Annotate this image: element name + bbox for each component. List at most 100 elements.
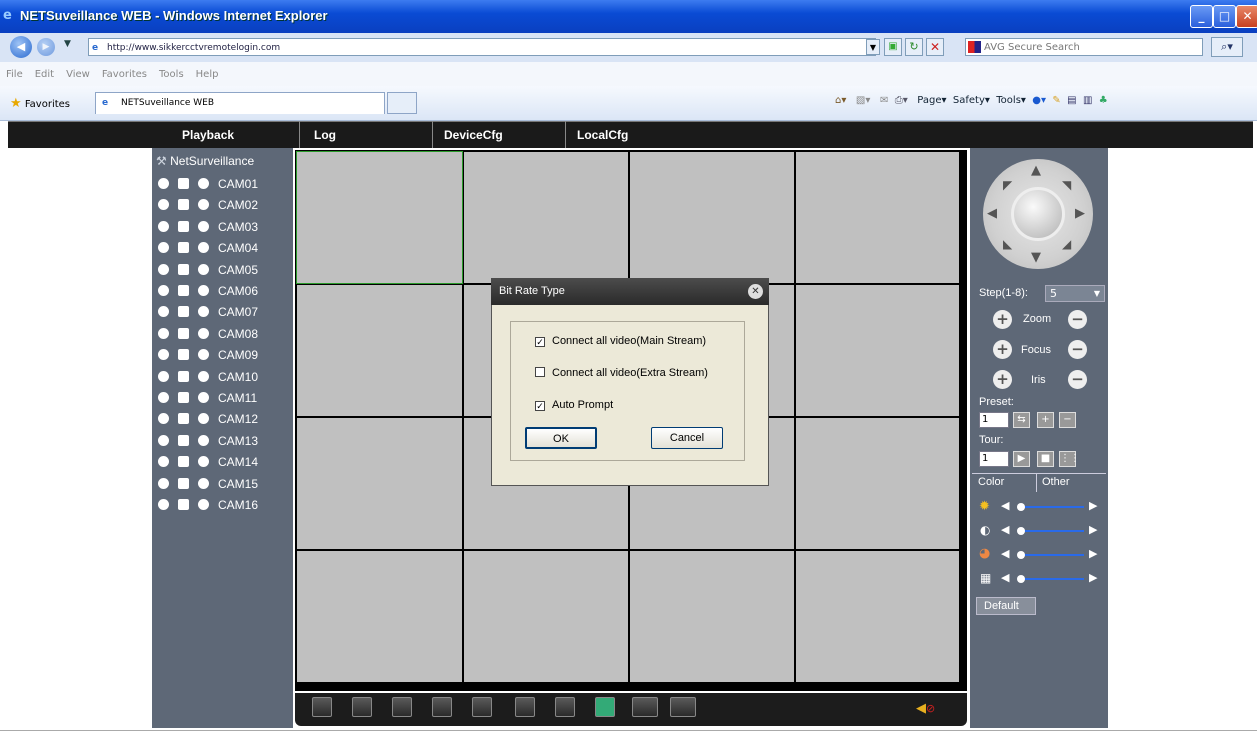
preset-goto-button[interactable]: ⇆ (1013, 412, 1030, 428)
video-cell[interactable] (796, 152, 959, 283)
stream-icon[interactable] (198, 434, 209, 446)
menu-edit[interactable]: Edit (35, 69, 54, 80)
favorites-button[interactable]: ★ Favorites (10, 96, 70, 111)
stream-icon[interactable] (198, 285, 209, 296)
close-window-button[interactable]: ✕ (1236, 5, 1257, 28)
menu-file[interactable]: File (6, 69, 23, 80)
nav-localcfg[interactable]: LocalCfg (577, 128, 628, 142)
video-cell[interactable] (297, 418, 462, 549)
record-icon[interactable] (158, 178, 169, 189)
play-icon[interactable] (178, 220, 189, 232)
stop-record-icon[interactable] (670, 697, 696, 717)
home-icon[interactable]: ⌂▾ (835, 95, 846, 106)
slider-increase-icon[interactable]: ▶ (1089, 523, 1097, 536)
camera-item[interactable]: CAM03 (158, 220, 258, 241)
nav-playback[interactable]: Playback (182, 128, 234, 142)
stream-icon[interactable] (198, 220, 209, 232)
record-icon[interactable] (158, 499, 169, 510)
back-button[interactable]: ◀ (10, 36, 32, 58)
stop-icon[interactable]: ✕ (926, 38, 944, 56)
play-icon[interactable] (178, 456, 189, 468)
url-field[interactable]: e http://www.sikkercctvremotelogin.com (88, 38, 876, 56)
stream-icon[interactable] (198, 178, 209, 189)
stream-icon[interactable] (198, 349, 209, 361)
tour-stop-button[interactable]: ■ (1037, 451, 1054, 467)
stream-icon[interactable] (198, 413, 209, 425)
play-icon[interactable] (178, 285, 189, 296)
compatibility-view-icon[interactable]: ▣ (884, 38, 902, 56)
camera-item[interactable]: CAM13 (158, 434, 258, 455)
close-all-icon[interactable] (555, 697, 575, 717)
page-menu[interactable]: Page (917, 95, 941, 106)
stream-icon[interactable] (198, 477, 209, 489)
iris-in-button[interactable]: + (993, 370, 1012, 389)
camera-item[interactable]: CAM05 (158, 263, 258, 284)
stream-icon[interactable] (198, 370, 209, 382)
step-select[interactable]: 5 ▼ (1045, 285, 1105, 302)
mail-icon[interactable]: ✉ (880, 95, 888, 106)
checkbox[interactable]: ✓ (535, 337, 545, 347)
ptz-upright-icon[interactable]: ◥ (1062, 178, 1071, 192)
dialog-option[interactable]: ✓ Connect all video(Main Stream) (535, 335, 706, 347)
tab-other[interactable]: Other (1042, 476, 1070, 488)
record-icon[interactable] (158, 370, 169, 382)
play-icon[interactable] (178, 349, 189, 361)
single-view-icon[interactable] (352, 697, 372, 717)
play-icon[interactable] (178, 392, 189, 403)
mute-icon[interactable]: ◀⊘ (916, 701, 935, 716)
ptz-down-icon[interactable]: ▼ (1031, 250, 1041, 265)
video-cell[interactable] (297, 551, 462, 682)
stream-icon[interactable] (198, 263, 209, 275)
record-icon[interactable] (158, 413, 169, 425)
play-icon[interactable] (178, 477, 189, 489)
record-icon[interactable] (158, 199, 169, 211)
video-cell[interactable] (297, 285, 462, 416)
search-button[interactable]: ⌕▾ (1211, 37, 1243, 57)
print-icon[interactable]: ⎙▾ (895, 95, 908, 106)
video-cell[interactable] (796, 418, 959, 549)
adjust-slider[interactable] (1018, 530, 1084, 532)
video-cell[interactable] (464, 152, 628, 283)
maximize-button[interactable]: □ (1213, 5, 1236, 28)
preset-add-button[interactable]: + (1037, 412, 1054, 428)
history-dropdown-icon[interactable]: ▼ (64, 39, 71, 49)
stream-icon[interactable] (198, 499, 209, 510)
menu-tools[interactable]: Tools (159, 69, 184, 80)
menu-favorites[interactable]: Favorites (102, 69, 147, 80)
dialog-close-icon[interactable]: ✕ (748, 284, 763, 299)
play-icon[interactable] (178, 263, 189, 275)
menu-view[interactable]: View (66, 69, 90, 80)
adjust-slider[interactable] (1018, 506, 1084, 508)
sixteen-view-icon[interactable] (472, 697, 492, 717)
slider-decrease-icon[interactable]: ◀ (1001, 571, 1009, 584)
camera-item[interactable]: CAM02 (158, 198, 258, 219)
record-icon[interactable] (158, 349, 169, 361)
video-cell[interactable] (464, 551, 628, 682)
focus-in-button[interactable]: + (993, 340, 1012, 359)
stream-icon[interactable] (198, 392, 209, 403)
camera-item[interactable]: CAM11 (158, 391, 257, 412)
video-cell[interactable] (796, 285, 959, 416)
video-cell[interactable] (630, 152, 794, 283)
slider-increase-icon[interactable]: ▶ (1089, 547, 1097, 560)
record-icon[interactable] (158, 456, 169, 468)
dialog-option[interactable]: ✓ Auto Prompt (535, 399, 613, 411)
camera-item[interactable]: CAM14 (158, 455, 258, 476)
stream-icon[interactable] (198, 242, 209, 254)
dialog-option[interactable]: Connect all video(Extra Stream) (535, 367, 708, 379)
stream-icon[interactable] (198, 327, 209, 339)
ptz-downleft-icon[interactable]: ◣ (1003, 237, 1012, 251)
refresh-icon[interactable]: ↻ (905, 38, 923, 56)
video-cell[interactable] (630, 551, 794, 682)
record-icon[interactable] (158, 285, 169, 296)
new-tab-button[interactable] (387, 92, 417, 114)
play-icon[interactable] (178, 306, 189, 318)
tools-menu[interactable]: Tools (996, 95, 1021, 106)
toolbar-icon[interactable]: ▥ (1083, 95, 1092, 106)
play-icon[interactable] (178, 413, 189, 425)
default-button[interactable]: Default (976, 597, 1036, 615)
minimize-button[interactable]: _ (1190, 5, 1213, 28)
record-icon[interactable] (158, 434, 169, 446)
checkbox[interactable] (535, 367, 545, 377)
slider-increase-icon[interactable]: ▶ (1089, 499, 1097, 512)
